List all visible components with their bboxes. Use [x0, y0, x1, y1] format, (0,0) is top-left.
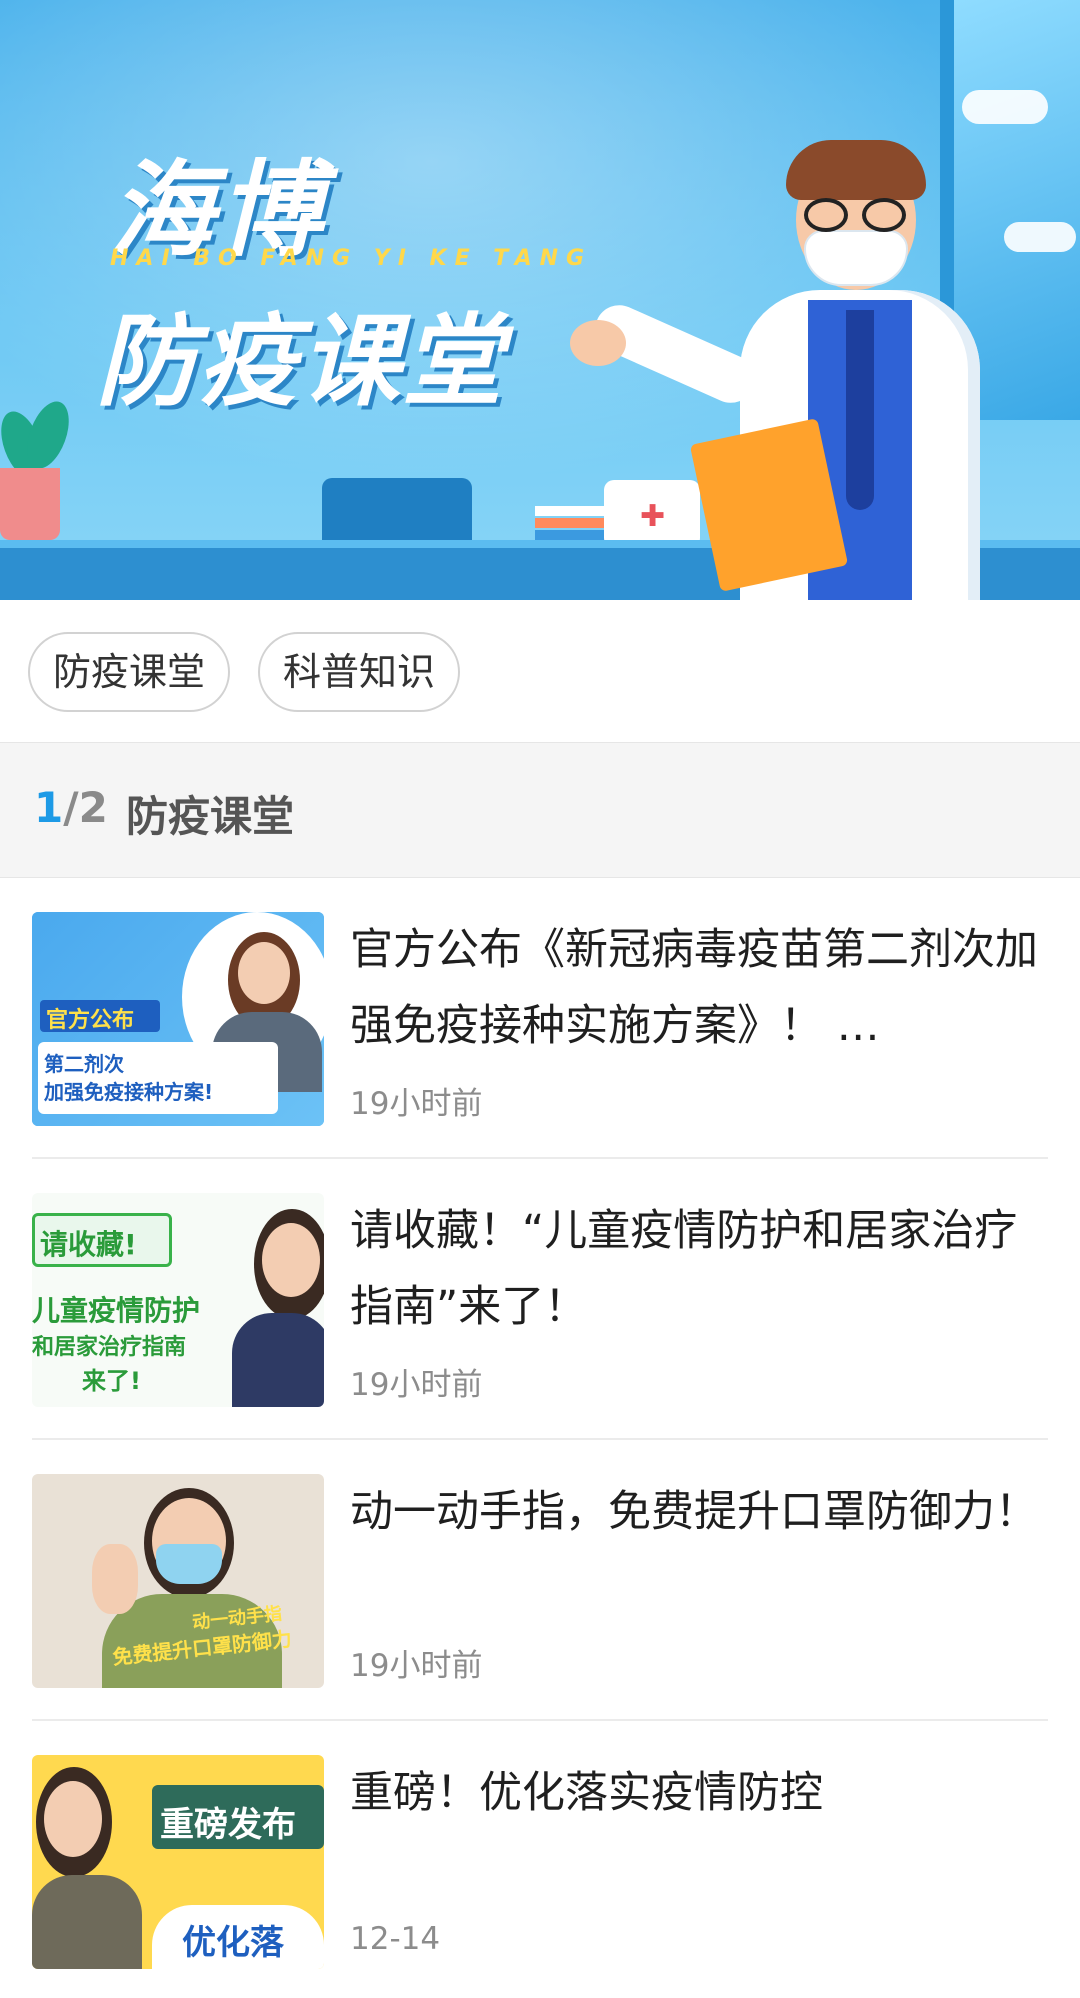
- thumb-caption: 优化落: [182, 1923, 284, 1963]
- list-item[interactable]: 动一动手指 免费提升口罩防御力 动一动手指，免费提升口罩防御力！ 19小时前: [0, 1440, 1080, 1721]
- article-thumbnail[interactable]: 重磅发布 优化落: [32, 1755, 324, 1969]
- cloud-illustration: [962, 90, 1048, 124]
- banner[interactable]: ✚ 海博 HAI BO FANG YI KE TANG 防疫课堂: [0, 0, 1080, 600]
- thumb-caption: 来了!: [82, 1367, 141, 1395]
- article-thumbnail[interactable]: 官方公布 第二剂次 加强免疫接种方案!: [32, 912, 324, 1126]
- pager-current: 1: [34, 783, 64, 832]
- article-time: 19小时前: [350, 1648, 483, 1684]
- banner-title-line2: 防疫课堂: [96, 303, 504, 420]
- article-time: 19小时前: [350, 1086, 483, 1122]
- list-item[interactable]: 重磅发布 优化落 重磅！优化落实疫情防控 12-14: [0, 1721, 1080, 1998]
- doctor-illustration: [560, 140, 1020, 600]
- article-thumbnail[interactable]: 请收藏! 儿童疫情防护 和居家治疗指南 来了!: [32, 1193, 324, 1407]
- section-title: 防疫课堂: [126, 792, 295, 841]
- article-title[interactable]: 重磅！优化落实疫情防控: [350, 1755, 1050, 1831]
- category-tabs: 防疫课堂 科普知识: [0, 600, 1080, 742]
- list-item[interactable]: 请收藏! 儿童疫情防护 和居家治疗指南 来了! 请收藏！“儿童疫情防护和居家治疗…: [0, 1159, 1080, 1440]
- banner-pinyin: HAI BO FANG YI KE TANG: [110, 246, 593, 271]
- category-chip-fangyi[interactable]: 防疫课堂: [28, 632, 230, 712]
- thumb-caption: 和居家治疗指南: [32, 1335, 187, 1360]
- pager-total: /2: [63, 783, 108, 832]
- category-chip-kepu[interactable]: 科普知识: [258, 632, 460, 712]
- thumb-caption: 第二剂次: [44, 1052, 124, 1076]
- thumb-caption: 加强免疫接种方案!: [44, 1080, 214, 1104]
- article-title[interactable]: 动一动手指，免费提升口罩防御力！: [350, 1474, 1050, 1550]
- plant-pot-illustration: [0, 468, 60, 540]
- list-item[interactable]: 官方公布 第二剂次 加强免疫接种方案! 官方公布《新冠病毒疫苗第二剂次加强免疫接…: [0, 878, 1080, 1159]
- thumb-caption: 官方公布: [46, 1008, 135, 1033]
- article-thumbnail[interactable]: 动一动手指 免费提升口罩防御力: [32, 1474, 324, 1688]
- thumb-caption: 请收藏!: [40, 1228, 137, 1261]
- article-time: 19小时前: [350, 1367, 483, 1403]
- article-title[interactable]: 请收藏！“儿童疫情防护和居家治疗指南”来了！: [350, 1193, 1050, 1345]
- section-header: 1/2 防疫课堂: [0, 742, 1080, 878]
- article-time: 12-14: [350, 1921, 441, 1957]
- article-title[interactable]: 官方公布《新冠病毒疫苗第二剂次加强免疫接种实施方案》！ …: [350, 912, 1050, 1064]
- thumb-caption: 儿童疫情防护: [32, 1294, 201, 1327]
- section-pager: 1/2: [34, 783, 108, 832]
- thumb-caption: 重磅发布: [160, 1805, 296, 1845]
